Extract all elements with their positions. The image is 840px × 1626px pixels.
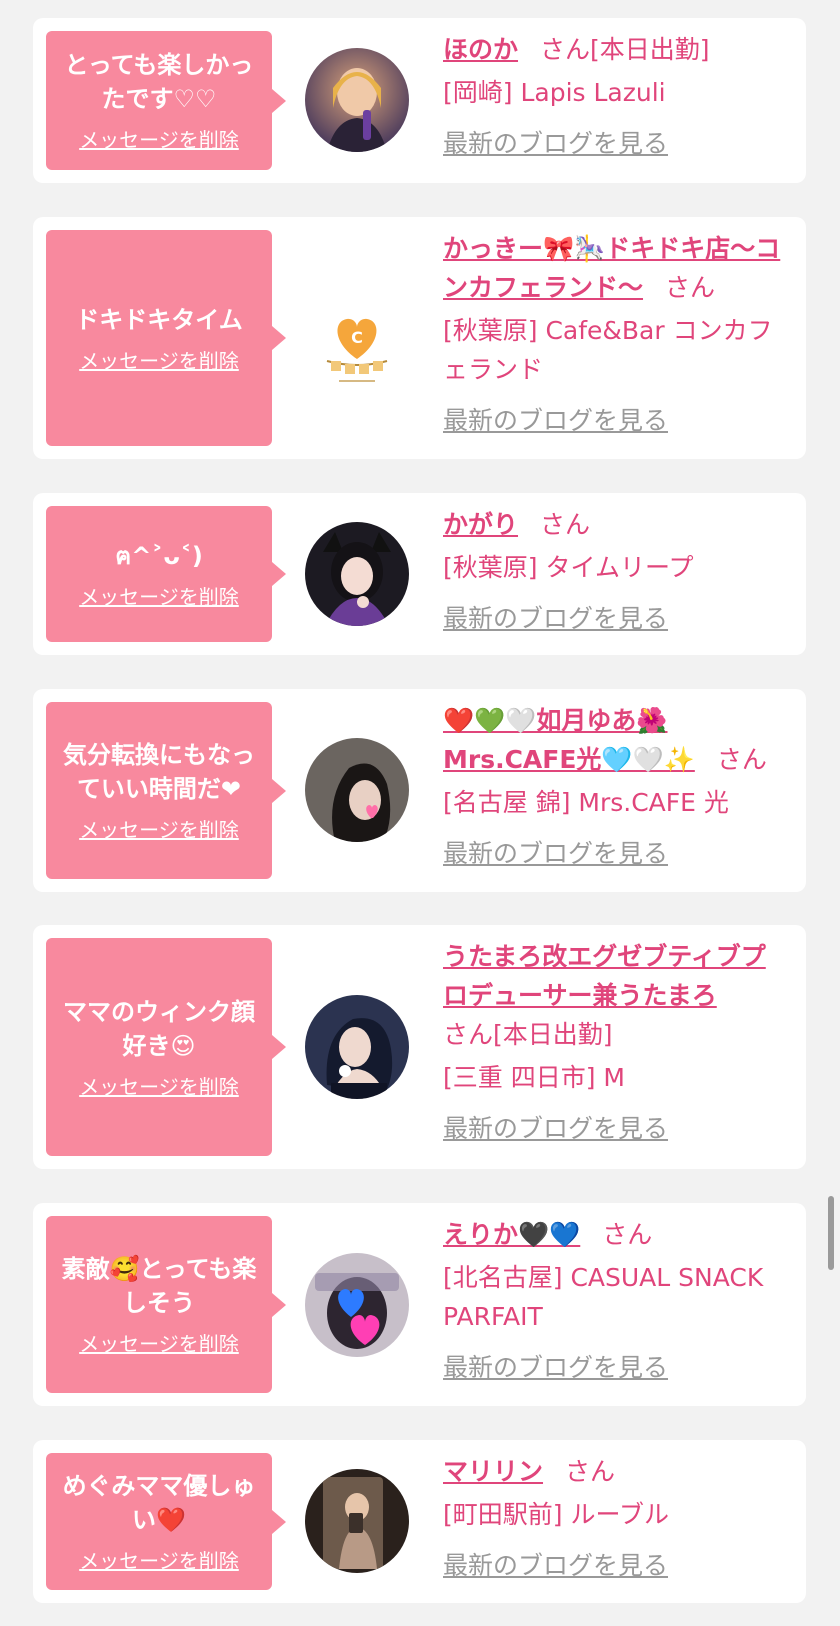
- logo-letter: C: [351, 328, 363, 347]
- profile-photo-icon: [305, 48, 409, 152]
- scrollbar[interactable]: [828, 1196, 834, 1270]
- avatar[interactable]: C: [305, 303, 409, 407]
- avatar[interactable]: [305, 522, 409, 626]
- latest-blog-link[interactable]: 最新のブログを見る: [443, 124, 668, 160]
- honorific: さん: [665, 273, 716, 302]
- latest-blog-link[interactable]: 最新のブログを見る: [443, 599, 668, 635]
- cast-info: ほのか さん[本日出勤] [岡崎] Lapis Lazuli 最新のブログを見る: [443, 30, 788, 160]
- message-card: 気分転換にもなっていい時間だ❤︎ メッセージを削除 ❤️💚🤍如月ゆあ🌺Mrs.C…: [33, 689, 806, 892]
- message-bubble: 素敵🥰とっても楽しそう メッセージを削除: [46, 1216, 286, 1393]
- message-text: ฅ^˃ᴗ˂): [115, 541, 203, 570]
- honorific: さん: [602, 1220, 653, 1249]
- cast-name-link[interactable]: ほのか: [443, 35, 518, 64]
- message-text: 素敵🥰とっても楽しそう: [61, 1255, 257, 1317]
- delete-message-link[interactable]: メッセージを削除: [79, 345, 239, 374]
- cast-name-link[interactable]: うたまろ改エグゼブティブプロデューサー兼うたまろ: [443, 942, 766, 1010]
- message-text: ママのウィンク顔好き😍: [63, 997, 255, 1060]
- message-bubble: ฅ^˃ᴗ˂) メッセージを削除: [46, 506, 286, 642]
- message-card: ママのウィンク顔好き😍 メッセージを削除 うたまろ改エグゼブティブプロデューサー…: [33, 925, 806, 1169]
- honorific: さん: [540, 35, 591, 64]
- delete-message-link[interactable]: メッセージを削除: [79, 1328, 239, 1357]
- shop-logo-icon: C: [305, 303, 409, 407]
- shop-name: [北名古屋] CASUAL SNACK PARFAIT: [443, 1263, 764, 1331]
- honorific: さん: [716, 745, 767, 774]
- shop-name: [町田駅前] ルーブル: [443, 1500, 669, 1529]
- cast-name-link[interactable]: マリリン: [443, 1457, 543, 1486]
- cast-name-link[interactable]: えりか🖤💙: [443, 1220, 580, 1249]
- profile-photo-icon: [305, 1469, 409, 1573]
- cast-name-link[interactable]: かがり: [443, 510, 518, 539]
- cast-info: ❤️💚🤍如月ゆあ🌺Mrs.CAFE光🩵🤍✨ さん [名古屋 錦] Mrs.CAFE…: [443, 701, 788, 870]
- shop-name: [名古屋 錦] Mrs.CAFE 光: [443, 788, 729, 817]
- message-card: 素敵🥰とっても楽しそう メッセージを削除 えりか🖤💙 さん [北名古屋] CASU…: [33, 1203, 806, 1406]
- avatar[interactable]: [305, 48, 409, 152]
- message-card: めぐみママ優しゅい❤️ メッセージを削除 マリリン さん [町田駅前] ルーブル …: [33, 1440, 806, 1603]
- avatar[interactable]: [305, 738, 409, 842]
- profile-photo-icon: [305, 522, 409, 626]
- message-bubble: とっても楽しかったです♡♡ メッセージを削除: [46, 31, 286, 170]
- message-card: ドキドキタイム メッセージを削除 C かっきー🎀🎠ドキドキ店〜コンカフェランド〜…: [33, 217, 806, 459]
- message-bubble: 気分転換にもなっていい時間だ❤︎ メッセージを削除: [46, 702, 286, 879]
- cast-info: かっきー🎀🎠ドキドキ店〜コンカフェランド〜 さん [秋葉原] Cafe&Bar コ…: [443, 229, 788, 437]
- cast-info: かがり さん [秋葉原] タイムリープ 最新のブログを見る: [443, 505, 788, 635]
- messages-page: とっても楽しかったです♡♡ メッセージを削除 ほのか さん[本日出勤] [岡崎] …: [0, 0, 840, 1626]
- avatar[interactable]: [305, 995, 409, 1099]
- delete-message-link[interactable]: メッセージを削除: [79, 124, 239, 153]
- latest-blog-link[interactable]: 最新のブログを見る: [443, 1109, 668, 1145]
- delete-message-link[interactable]: メッセージを削除: [79, 1071, 239, 1100]
- message-text: ドキドキタイム: [75, 305, 243, 334]
- avatar[interactable]: [305, 1253, 409, 1357]
- delete-message-link[interactable]: メッセージを削除: [79, 581, 239, 610]
- profile-photo-icon: [305, 995, 409, 1099]
- status-badge: [本日出勤]: [493, 1020, 613, 1049]
- cast-info: えりか🖤💙 さん [北名古屋] CASUAL SNACK PARFAIT 最新のブ…: [443, 1215, 788, 1384]
- shop-name: [三重 四日市] M: [443, 1063, 625, 1092]
- shop-name: [秋葉原] タイムリープ: [443, 553, 694, 582]
- honorific: さん: [443, 1020, 494, 1049]
- message-text: とっても楽しかったです♡♡: [64, 51, 254, 113]
- cast-info: マリリン さん [町田駅前] ルーブル 最新のブログを見る: [443, 1452, 788, 1582]
- delete-message-link[interactable]: メッセージを削除: [79, 814, 239, 843]
- message-card: ฅ^˃ᴗ˂) メッセージを削除 かがり さん [秋葉原] タイムリープ 最新のブ…: [33, 493, 806, 655]
- message-text: 気分転換にもなっていい時間だ❤︎: [63, 741, 255, 803]
- cast-name-link[interactable]: かっきー🎀🎠ドキドキ店〜コンカフェランド〜: [443, 234, 780, 302]
- latest-blog-link[interactable]: 最新のブログを見る: [443, 1348, 668, 1384]
- message-bubble: ママのウィンク顔好き😍 メッセージを削除: [46, 938, 286, 1156]
- latest-blog-link[interactable]: 最新のブログを見る: [443, 401, 668, 437]
- honorific: さん: [540, 510, 591, 539]
- message-card: とっても楽しかったです♡♡ メッセージを削除 ほのか さん[本日出勤] [岡崎] …: [33, 18, 806, 183]
- shop-name: [秋葉原] Cafe&Bar コンカフェランド: [443, 316, 773, 384]
- message-text: めぐみママ優しゅい❤️: [62, 1472, 256, 1534]
- profile-photo-icon: [305, 738, 409, 842]
- delete-message-link[interactable]: メッセージを削除: [79, 1545, 239, 1574]
- profile-photo-icon: [305, 1253, 409, 1357]
- latest-blog-link[interactable]: 最新のブログを見る: [443, 1546, 668, 1582]
- cast-name-link[interactable]: ❤️💚🤍如月ゆあ🌺Mrs.CAFE光🩵🤍✨: [443, 706, 695, 774]
- avatar[interactable]: [305, 1469, 409, 1573]
- honorific: さん: [565, 1457, 616, 1486]
- shop-name: [岡崎] Lapis Lazuli: [443, 78, 666, 107]
- status-badge: [本日出勤]: [590, 35, 710, 64]
- message-bubble: ドキドキタイム メッセージを削除: [46, 230, 286, 446]
- message-bubble: めぐみママ優しゅい❤️ メッセージを削除: [46, 1453, 286, 1590]
- cast-info: うたまろ改エグゼブティブプロデューサー兼うたまろさん[本日出勤] [三重 四日市…: [443, 937, 788, 1145]
- latest-blog-link[interactable]: 最新のブログを見る: [443, 834, 668, 870]
